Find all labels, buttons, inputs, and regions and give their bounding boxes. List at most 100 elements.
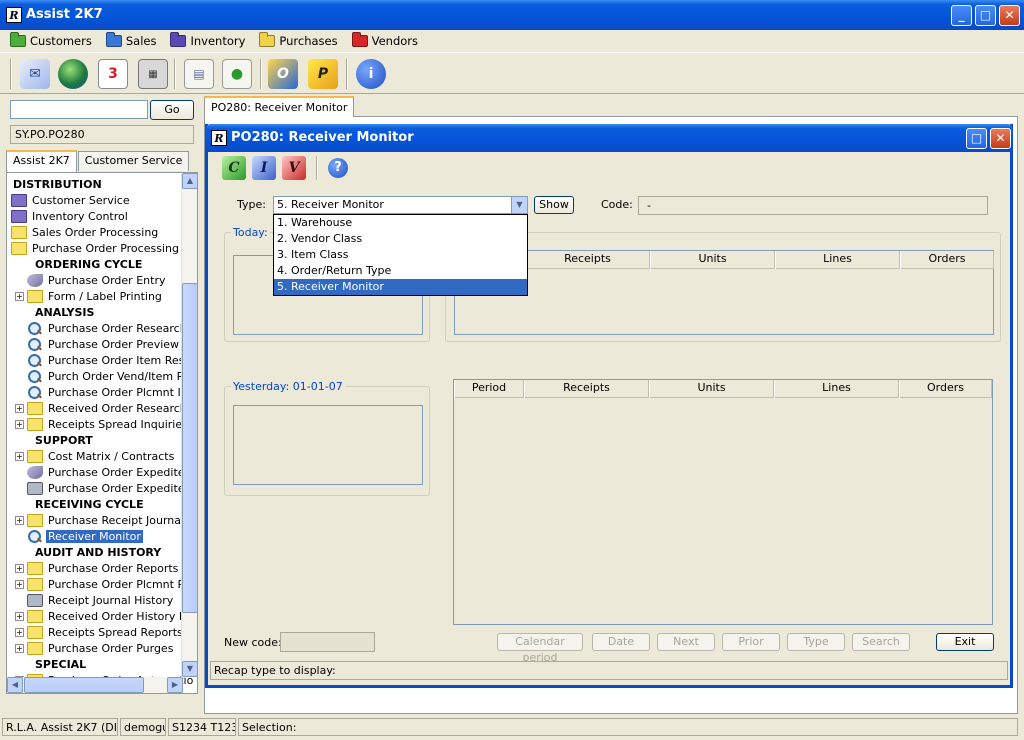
expand-icon[interactable]: + — [15, 515, 24, 525]
tree-item[interactable]: Inventory Control — [11, 208, 130, 224]
type-button[interactable]: Type — [787, 633, 845, 651]
expand-icon[interactable]: + — [15, 627, 24, 637]
menu-customers[interactable]: Customers — [10, 32, 92, 48]
tree-item[interactable]: + Received Order Researche — [15, 400, 196, 416]
window-maximize-button[interactable]: □ — [966, 128, 987, 149]
dropdown-option[interactable]: 3. Item Class — [274, 247, 527, 263]
calendar-icon[interactable]: 3 — [98, 59, 128, 89]
type-select[interactable]: 5. Receiver Monitor ▼ — [273, 196, 528, 214]
tree-item[interactable]: + Receipts Spread Inquiries — [15, 416, 190, 432]
folder-icon — [27, 449, 43, 463]
column-header[interactable]: Units — [650, 251, 775, 269]
mail-icon[interactable]: ✉ — [20, 59, 50, 89]
scroll-up-arrow-icon[interactable]: ▲ — [182, 173, 197, 189]
contact-card-icon[interactable]: ▤ — [184, 59, 214, 89]
tree-item[interactable]: Purchase Order Expedite E — [15, 464, 197, 480]
go-button[interactable]: Go — [150, 100, 194, 120]
tree-item[interactable]: + Form / Label Printing — [15, 288, 164, 304]
window-close-button[interactable]: ✕ — [990, 128, 1011, 149]
dropdown-option[interactable]: 1. Warehouse — [274, 215, 527, 231]
menu-inventory[interactable]: Inventory — [170, 32, 245, 48]
tab-assist-2k7[interactable]: Assist 2K7 — [6, 150, 77, 172]
info-icon[interactable]: i — [356, 59, 386, 89]
tab-customer-service[interactable]: Customer Service — [77, 151, 190, 171]
p-app-icon[interactable]: P — [308, 59, 338, 89]
i-tool-icon[interactable]: I — [252, 156, 276, 180]
column-header[interactable]: Orders — [899, 380, 992, 398]
magnifier-icon — [27, 529, 43, 543]
scroll-left-arrow-icon[interactable]: ◀ — [7, 677, 23, 693]
tree-item-label: Purch Order Vend/Item Res — [48, 369, 197, 383]
minimize-button[interactable]: _ — [951, 5, 972, 26]
expand-icon[interactable]: + — [15, 579, 24, 589]
expand-icon[interactable]: + — [15, 451, 24, 461]
tree-item[interactable]: Purchase Order Entry — [15, 272, 167, 288]
search-input[interactable] — [10, 100, 148, 119]
c-tool-icon[interactable]: C — [222, 156, 246, 180]
type-dropdown-list[interactable]: 1. Warehouse 2. Vendor Class 3. Item Class… — [273, 214, 528, 296]
tree-item[interactable]: Receipt Journal History — [15, 592, 175, 608]
close-button[interactable]: ✕ — [999, 5, 1020, 26]
tree-item[interactable]: Purchase Order Item Rese — [15, 352, 193, 368]
exit-button[interactable]: Exit — [936, 633, 994, 651]
date-button[interactable]: Date — [592, 633, 650, 651]
tree-item[interactable]: + Purchase Order Reports — [15, 560, 180, 576]
column-header[interactable]: Period — [454, 380, 524, 398]
dropdown-option[interactable]: 5. Receiver Monitor — [274, 279, 527, 295]
tree-item[interactable]: + Purchase Receipt Journal — [15, 512, 186, 528]
column-header[interactable]: Units — [649, 380, 774, 398]
calendar-period-button[interactable]: Calendar period — [497, 633, 583, 664]
pen-icon — [27, 465, 43, 479]
scroll-down-arrow-icon[interactable]: ▼ — [182, 661, 197, 677]
v-tool-icon[interactable]: V — [282, 156, 306, 180]
column-header[interactable]: Lines — [774, 380, 899, 398]
expand-icon[interactable]: + — [15, 643, 24, 653]
expand-icon[interactable]: + — [15, 291, 24, 301]
menu-purchases[interactable]: Purchases — [259, 32, 338, 48]
tree-vertical-scrollbar[interactable]: ▲ ▼ — [181, 173, 197, 677]
tree-item[interactable]: + Purchase Order Plcmnt Rep — [15, 576, 197, 592]
tree-item[interactable]: Receiver Monitor — [15, 528, 143, 544]
calculator-icon[interactable]: ▦ — [138, 59, 168, 89]
tree-horizontal-scrollbar[interactable]: ◀ ▶ — [7, 677, 183, 693]
dropdown-option[interactable]: 2. Vendor Class — [274, 231, 527, 247]
report-icon[interactable]: ● — [222, 59, 252, 89]
menu-vendors[interactable]: Vendors — [351, 32, 418, 48]
prior-button[interactable]: Prior — [722, 633, 780, 651]
tree-item[interactable]: + Receipts Spread Reports — [15, 624, 185, 640]
hscroll-thumb[interactable] — [24, 677, 144, 693]
maximize-button[interactable]: □ — [975, 5, 996, 26]
tree-item[interactable]: Purch Order Vend/Item Res — [15, 368, 197, 384]
column-header[interactable]: Receipts — [525, 251, 650, 269]
expand-icon[interactable]: + — [15, 611, 24, 621]
next-button[interactable]: Next — [657, 633, 715, 651]
tree-item[interactable]: Purchase Order Preview — [15, 336, 181, 352]
tree-item[interactable]: Purchase Order Plcmnt Inq — [15, 384, 197, 400]
app-logo-icon: R — [6, 7, 22, 23]
column-header[interactable]: Receipts — [524, 380, 649, 398]
tree-item[interactable]: Purchase Order Research — [15, 320, 189, 336]
help-icon[interactable]: ? — [328, 158, 348, 178]
tree-item[interactable]: Customer Service — [11, 192, 132, 208]
scroll-thumb[interactable] — [182, 283, 197, 613]
tree-item[interactable]: Purchase Order Processing — [11, 240, 181, 256]
expand-icon[interactable]: + — [15, 563, 24, 573]
outlook-icon[interactable]: O — [268, 59, 298, 89]
show-button[interactable]: Show — [534, 196, 574, 214]
tab-po280[interactable]: PO280: Receiver Monitor — [204, 96, 355, 117]
scroll-right-arrow-icon[interactable]: ▶ — [167, 677, 183, 693]
search-button[interactable]: Search — [852, 633, 910, 651]
menu-sales[interactable]: Sales — [105, 32, 156, 48]
column-header[interactable]: Orders — [900, 251, 994, 269]
tree-item[interactable]: + Received Order History Re — [15, 608, 195, 624]
tree-item[interactable]: Sales Order Processing — [11, 224, 160, 240]
expand-icon[interactable]: + — [15, 419, 24, 429]
expand-icon[interactable]: + — [15, 403, 24, 413]
tree-item[interactable]: Purchase Order Expedite R — [15, 480, 197, 496]
tree-item[interactable]: + Purchase Order Purges — [15, 640, 175, 656]
chevron-down-icon[interactable]: ▼ — [511, 197, 527, 213]
globe-icon[interactable] — [58, 59, 88, 89]
dropdown-option[interactable]: 4. Order/Return Type — [274, 263, 527, 279]
column-header[interactable]: Lines — [775, 251, 900, 269]
tree-item[interactable]: + Cost Matrix / Contracts — [15, 448, 176, 464]
